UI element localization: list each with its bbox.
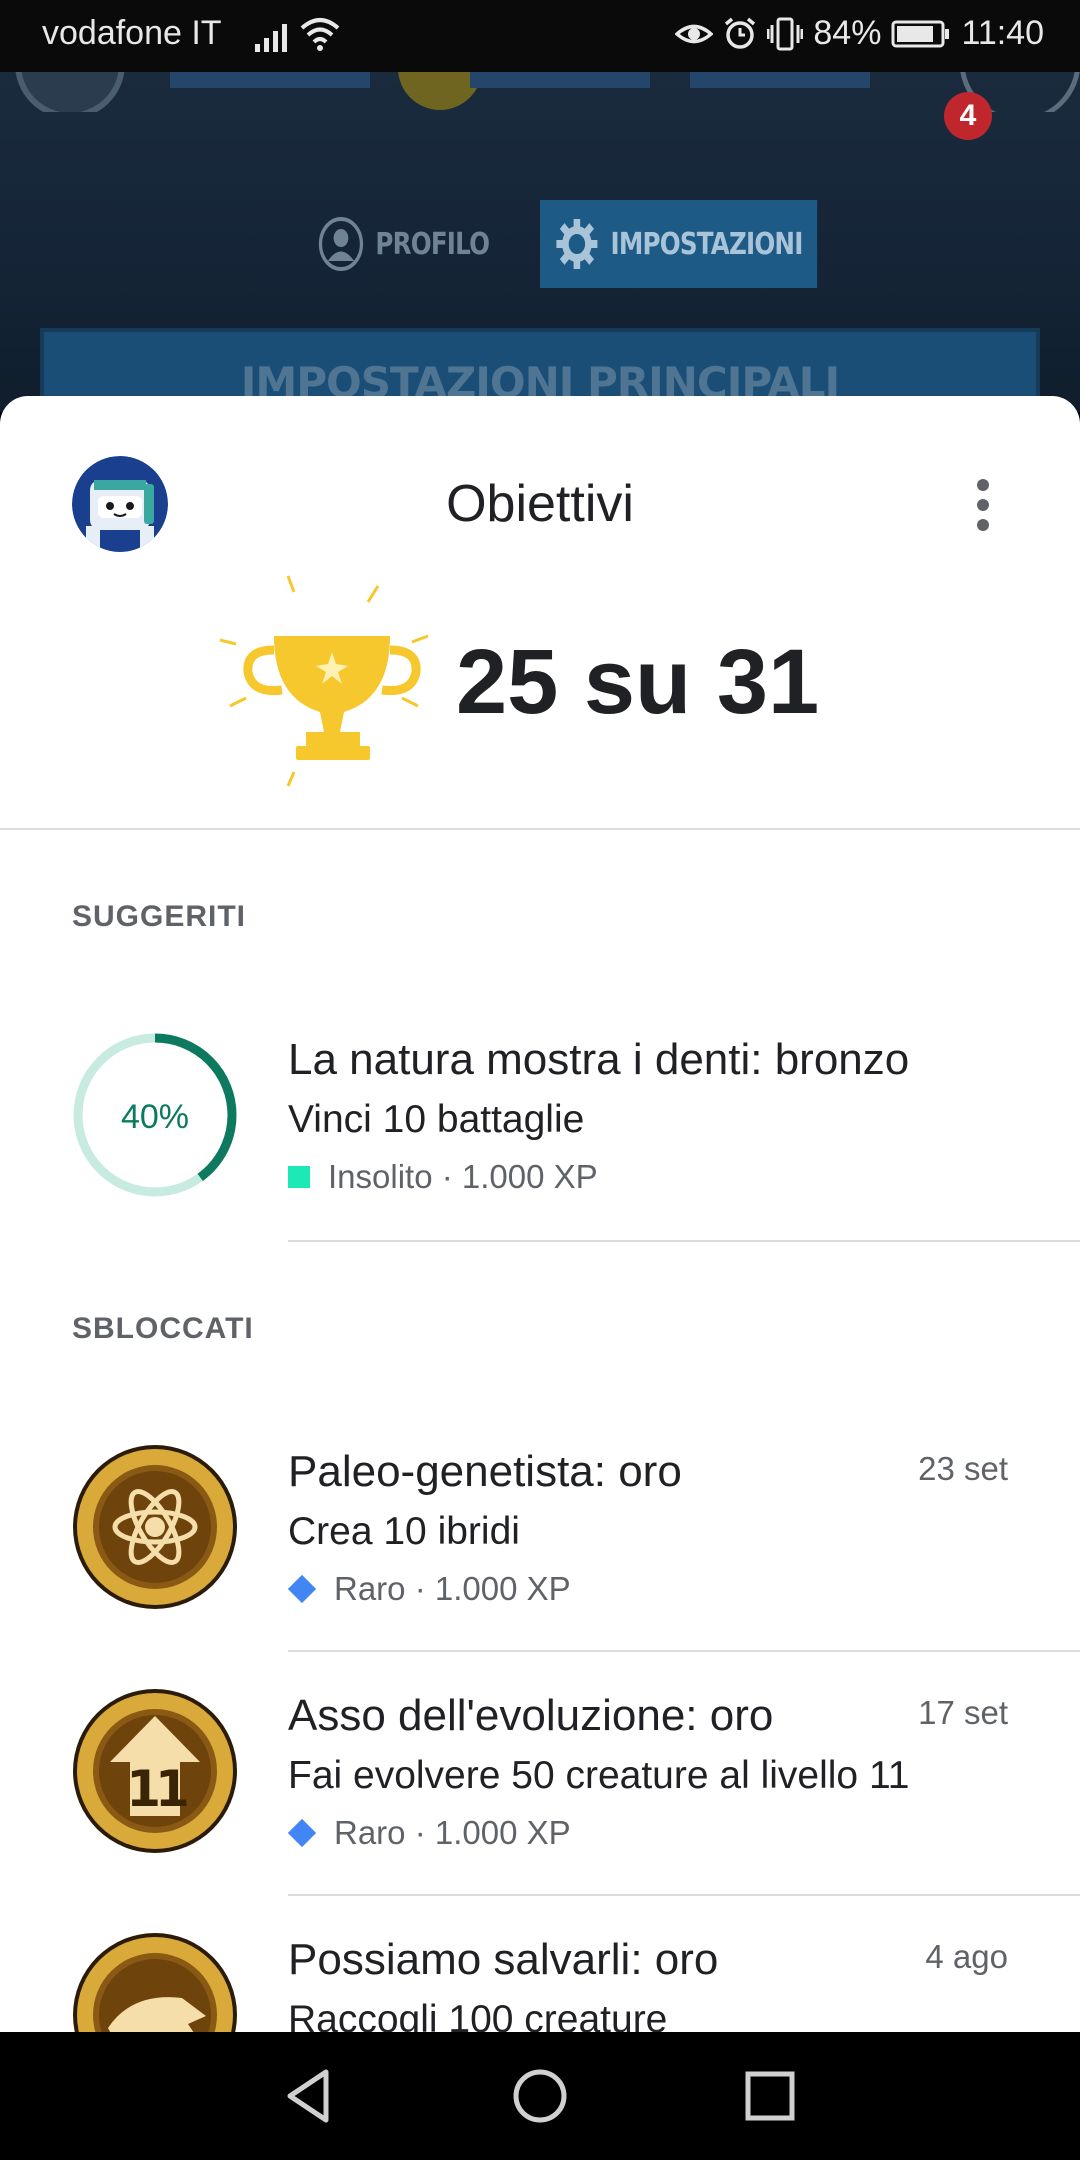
achievement-meta: Raro · 1.000 XP [287, 1562, 1040, 1616]
tab-settings-label: IMPOSTAZIONI [610, 226, 804, 262]
battery-percent: 84% [813, 14, 882, 52]
game-hud [15, 72, 1080, 112]
divider [288, 1894, 1080, 1896]
sheet-title: Obiettivi [446, 475, 634, 533]
divider [288, 1650, 1080, 1652]
achievement-meta-text: Raro · 1.000 XP [334, 1570, 571, 1607]
rarity-uncommon-icon [288, 1166, 310, 1188]
rarity-rare-icon [287, 1818, 317, 1848]
recents-icon[interactable] [740, 2066, 800, 2126]
achievement-meta-text: Insolito · 1.000 XP [328, 1158, 598, 1195]
unlocked-achievement[interactable]: Paleo-genetista: oro Crea 10 ibridi Raro… [0, 1444, 1080, 1644]
status-bar: vodafone IT 84% 11:40 [0, 0, 1080, 72]
achievements-progress: 25 su 31 [456, 631, 820, 733]
level-11-arrow-icon: 11 [73, 1689, 237, 1853]
unlocked-achievement[interactable]: 11 Asso dell'evoluzione: oro Fai evolver… [0, 1688, 1080, 1888]
navigation-bar [0, 2032, 1080, 2160]
tab-settings[interactable]: IMPOSTAZIONI [540, 200, 818, 288]
signal-icon [255, 24, 287, 52]
carrier-name: vodafone IT [42, 14, 222, 52]
achievement-name: La natura mostra i denti: bronzo [288, 1035, 910, 1084]
profile-icon [318, 217, 364, 271]
achievement-date: 23 set [918, 1450, 1008, 1487]
wifi-icon [300, 18, 340, 51]
achievement-meta: Raro · 1.000 XP [287, 1806, 1040, 1860]
divider [288, 1240, 1080, 1242]
achievement-date: 4 ago [925, 1938, 1008, 1975]
sheet-header: Obiettivi 25 su 31 [0, 396, 1080, 830]
achievements-sheet: Obiettivi 25 su 31 SUGGERITI 40% La natu… [0, 396, 1080, 2032]
achievement-date: 17 set [918, 1694, 1008, 1731]
achievement-description: Crea 10 ibridi [288, 1510, 520, 1553]
tab-profile-label: PROFILO [375, 226, 490, 262]
achievement-description: Fai evolvere 50 creature al livello 11 [288, 1754, 910, 1797]
gear-icon [556, 219, 598, 269]
vibrate-icon [767, 17, 804, 50]
progress-percent: 40% [121, 1098, 189, 1136]
achievement-description: Raccogli 100 creature [288, 1998, 668, 2032]
suggested-achievement[interactable]: 40% La natura mostra i denti: bronzo Vin… [0, 1032, 1080, 1232]
eye-comfort-icon [675, 24, 714, 43]
achievement-description: Vinci 10 battaglie [288, 1098, 585, 1141]
battery-icon [891, 20, 950, 47]
unlocked-achievement[interactable]: Possiamo salvarli: oro Raccogli 100 crea… [0, 1932, 1080, 2032]
achievement-meta: Insolito · 1.000 XP [288, 1150, 1040, 1204]
rarity-rare-icon [287, 1574, 317, 1604]
trophy-icon [219, 575, 429, 787]
progress-ring: 40% [73, 1033, 237, 1197]
atom-icon [73, 1445, 237, 1609]
game-background: 4 PROFILO IMPOSTAZIONI IMPOSTAZIONI PRIN… [0, 72, 1080, 412]
achievement-meta-text: Raro · 1.000 XP [334, 1814, 571, 1851]
notification-badge: 4 [944, 92, 992, 140]
section-title-unlocked: SBLOCCATI [72, 1312, 254, 1345]
back-icon[interactable] [280, 2066, 340, 2126]
clock: 11:40 [961, 14, 1044, 52]
more-options-icon[interactable] [968, 478, 998, 532]
tab-profile[interactable]: PROFILO [318, 200, 490, 288]
home-icon[interactable] [510, 2066, 570, 2126]
section-title-suggested: SUGGERITI [72, 900, 247, 933]
svg-text:11: 11 [126, 1760, 187, 1818]
alarm-icon [725, 17, 756, 49]
t-rex-icon [73, 1933, 237, 2032]
